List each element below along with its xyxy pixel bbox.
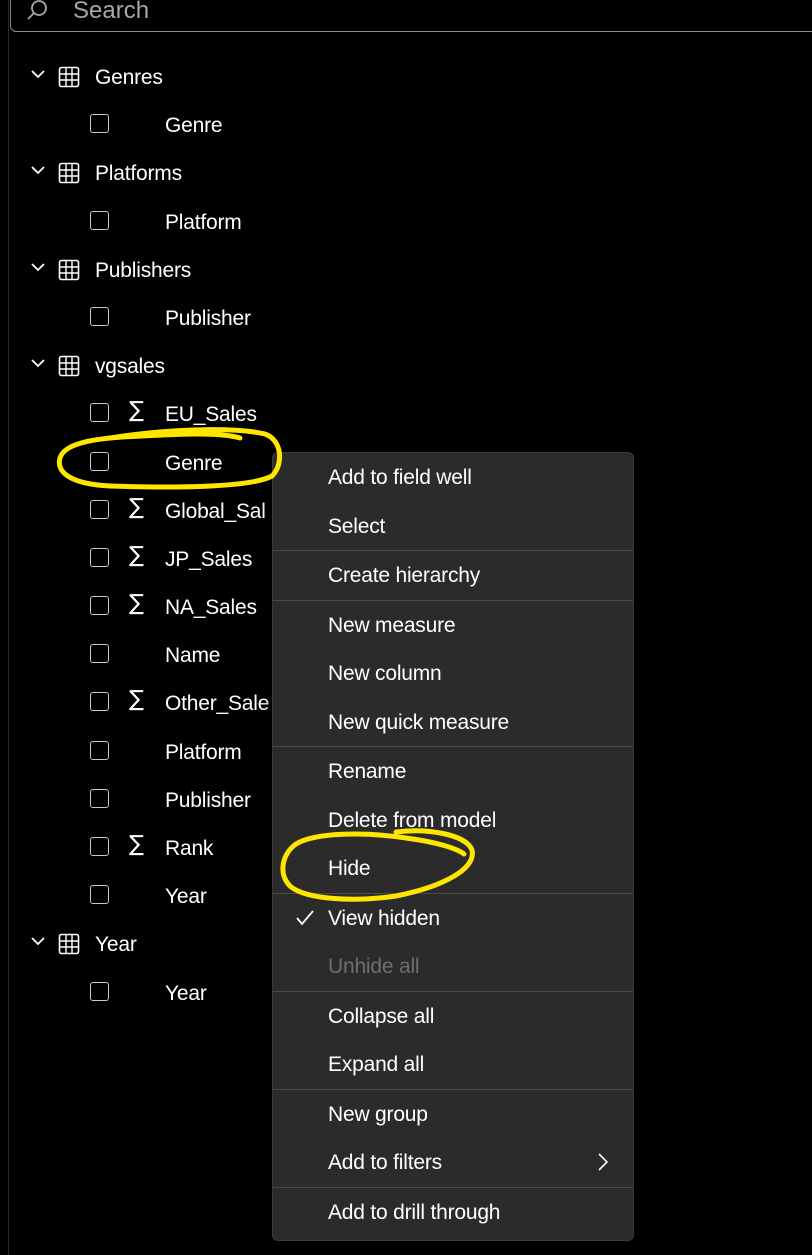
field-row[interactable]: ∑ EU_Sales	[0, 391, 812, 439]
menu-item-create-hierarchy[interactable]: Create hierarchy	[273, 551, 633, 600]
chevron-down-icon[interactable]	[31, 69, 45, 79]
chevron-down-icon[interactable]	[31, 936, 45, 946]
menu-item-label: Hide	[328, 857, 371, 880]
field-label: EU_Sales	[165, 403, 257, 427]
table-group-row[interactable]: vgsales	[0, 343, 812, 391]
field-checkbox[interactable]	[90, 499, 109, 519]
field-checkbox[interactable]	[90, 547, 109, 567]
field-label: Other_Sale	[165, 692, 270, 716]
sigma-icon: ∑	[129, 687, 144, 713]
field-row[interactable]: Genre	[0, 102, 812, 150]
table-icon	[58, 355, 80, 377]
menu-item-collapse-all[interactable]: Collapse all	[273, 992, 633, 1041]
field-label: Genre	[165, 114, 223, 138]
fields-pane-root: Search Genres Genre Platforms Platform Publi…	[0, 0, 812, 1255]
menu-item-label: Add to drill through	[328, 1200, 501, 1224]
chevron-right-icon	[598, 1153, 609, 1171]
chevron-down-icon[interactable]	[31, 262, 45, 272]
field-checkbox[interactable]	[90, 596, 109, 616]
table-group-row[interactable]: Genres	[0, 54, 812, 102]
field-label: Platform	[165, 740, 242, 764]
field-label: Name	[165, 644, 221, 668]
field-label: Publisher	[165, 306, 251, 330]
menu-item-view-hidden[interactable]: View hidden	[273, 894, 633, 943]
menu-item-new-column[interactable]: New column	[273, 649, 633, 698]
menu-item-add-to-filters[interactable]: Add to filters	[273, 1138, 633, 1187]
sigma-icon: ∑	[129, 591, 144, 617]
menu-item-add-to-field-well[interactable]: Add to field well	[273, 453, 633, 502]
field-label: Year	[165, 885, 207, 909]
field-row[interactable]: Platform	[0, 199, 812, 247]
search-box[interactable]: Search	[10, 0, 812, 32]
menu-item-label: Collapse all	[328, 1004, 435, 1028]
field-label: Global_Sal	[165, 499, 266, 523]
table-icon	[58, 259, 80, 281]
field-row[interactable]: Publisher	[0, 295, 812, 343]
field-label: Platform	[165, 210, 242, 234]
table-group-label: Year	[95, 933, 137, 957]
sigma-icon: ∑	[129, 494, 144, 520]
field-checkbox[interactable]	[90, 114, 109, 134]
table-icon	[58, 163, 80, 184]
chevron-down-icon[interactable]	[31, 165, 45, 175]
menu-item-label: Expand all	[328, 1053, 425, 1076]
menu-item-label: View hidden	[328, 906, 440, 930]
menu-item-label: Create hierarchy	[328, 564, 481, 587]
field-label: Genre	[165, 451, 223, 475]
field-checkbox[interactable]	[90, 451, 109, 471]
menu-item-label: New group	[328, 1102, 428, 1126]
field-label: Year	[165, 981, 207, 1005]
table-group-label: Platforms	[95, 162, 182, 186]
field-checkbox[interactable]	[90, 210, 109, 230]
field-label: Publisher	[165, 788, 251, 812]
menu-item-new-group[interactable]: New group	[273, 1090, 633, 1139]
menu-item-label: Unhide all	[328, 955, 420, 978]
checkmark-icon	[296, 909, 314, 925]
context-menu: Add to field well Select Create hierarchy N…	[272, 452, 634, 1241]
menu-item-hide[interactable]: Hide	[273, 844, 633, 893]
menu-item-new-measure[interactable]: New measure	[273, 601, 633, 650]
table-group-row[interactable]: Publishers	[0, 247, 812, 295]
field-checkbox[interactable]	[90, 306, 109, 326]
menu-item-add-to-drill-through[interactable]: Add to drill through	[273, 1188, 633, 1237]
field-label: NA_Sales	[165, 596, 257, 620]
table-icon	[58, 934, 80, 955]
menu-item-label: Rename	[328, 760, 407, 783]
field-checkbox[interactable]	[90, 644, 109, 664]
table-group-label: Publishers	[95, 258, 192, 282]
menu-item-label: Add to field well	[328, 466, 472, 489]
menu-item-label: Delete from model	[328, 808, 497, 832]
table-group-label: Genres	[95, 66, 163, 89]
menu-item-select[interactable]: Select	[273, 502, 633, 551]
table-group-row[interactable]: Platforms	[0, 150, 812, 198]
field-checkbox[interactable]	[90, 403, 109, 423]
field-label: JP_Sales	[165, 547, 253, 571]
menu-item-delete-from-model[interactable]: Delete from model	[273, 796, 633, 845]
field-checkbox[interactable]	[90, 788, 109, 808]
field-checkbox[interactable]	[90, 692, 109, 712]
menu-item-label: New quick measure	[328, 710, 510, 734]
menu-item-label: New measure	[328, 613, 456, 637]
field-label: Rank	[165, 837, 214, 860]
table-group-label: vgsales	[95, 355, 165, 379]
sigma-icon: ∑	[129, 542, 144, 568]
menu-item-unhide-all: Unhide all	[273, 942, 633, 991]
sigma-icon: ∑	[129, 398, 144, 424]
field-checkbox[interactable]	[90, 981, 109, 1001]
menu-item-label: New column	[328, 662, 442, 685]
menu-item-rename[interactable]: Rename	[273, 747, 633, 796]
chevron-down-icon[interactable]	[31, 358, 45, 368]
table-icon	[58, 66, 80, 88]
search-placeholder: Search	[73, 0, 150, 24]
menu-item-label: Add to filters	[328, 1151, 442, 1174]
menu-item-expand-all[interactable]: Expand all	[273, 1040, 633, 1089]
field-checkbox[interactable]	[90, 885, 109, 905]
field-checkbox[interactable]	[90, 740, 109, 760]
sigma-icon: ∑	[129, 832, 144, 857]
field-checkbox[interactable]	[90, 837, 109, 856]
menu-item-new-quick-measure[interactable]: New quick measure	[273, 698, 633, 747]
menu-item-label: Select	[328, 514, 386, 538]
search-icon	[27, 0, 47, 20]
